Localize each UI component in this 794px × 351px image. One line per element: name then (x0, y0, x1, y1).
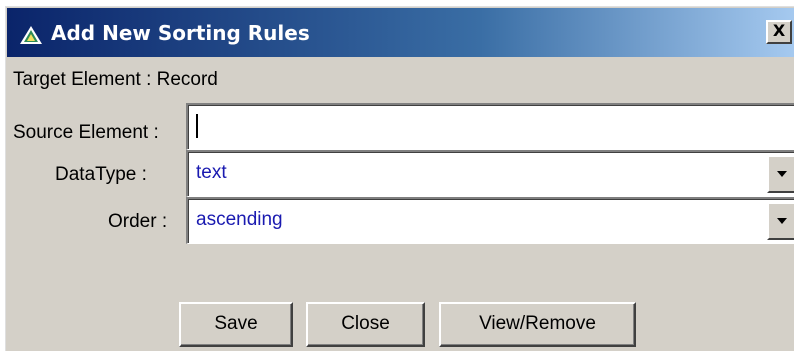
order-selected-value: ascending (196, 209, 283, 230)
close-button[interactable]: Close (306, 302, 425, 347)
title-bar[interactable]: Add New Sorting Rules X (7, 8, 794, 57)
source-element-input[interactable] (186, 103, 794, 150)
dialog-title: Add New Sorting Rules (51, 21, 310, 45)
datatype-label: DataType : (55, 164, 147, 185)
target-element-label: Target Element : Record (13, 69, 218, 90)
close-window-button[interactable]: X (766, 20, 792, 44)
datatype-select[interactable]: text (186, 150, 794, 197)
app-logo-icon (20, 26, 42, 44)
source-element-label: Source Element : (13, 122, 159, 143)
chevron-down-icon (777, 218, 787, 224)
order-dropdown-button[interactable] (767, 202, 794, 240)
datatype-dropdown-button[interactable] (767, 155, 794, 193)
chevron-down-icon (777, 171, 787, 177)
add-sorting-rules-dialog: Add New Sorting Rules X Target Element :… (3, 4, 794, 351)
order-label: Order : (108, 211, 168, 232)
order-select[interactable]: ascending (186, 197, 794, 244)
view-remove-button[interactable]: View/Remove (439, 302, 636, 347)
text-caret (196, 114, 198, 138)
datatype-selected-value: text (196, 162, 227, 183)
save-button[interactable]: Save (179, 302, 293, 347)
